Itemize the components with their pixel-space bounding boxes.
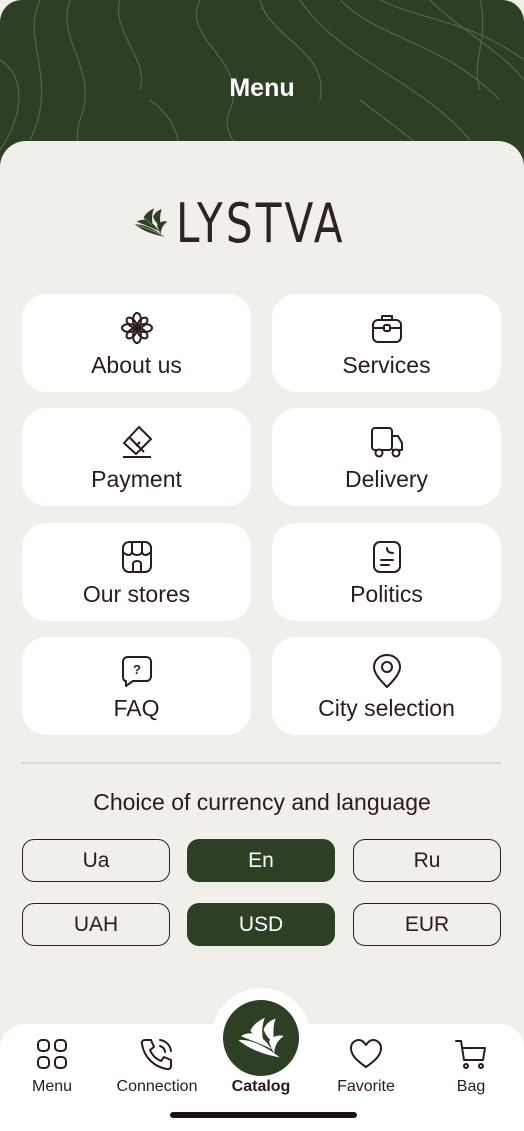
home-indicator (170, 1112, 357, 1118)
currency-language-title: Choice of currency and language (93, 789, 431, 815)
currency-usd-button[interactable]: USD (187, 903, 335, 946)
language-en-button[interactable]: En (187, 839, 335, 882)
leaf-logo-icon (134, 208, 168, 237)
tile-label: About us (91, 352, 182, 378)
menu-panel (0, 141, 524, 1131)
tab-label: Connection (116, 1078, 198, 1095)
flower-icon (120, 312, 153, 344)
politics-button[interactable]: Politics (272, 523, 501, 621)
tile-label: Services (342, 352, 431, 378)
grid-icon (37, 1039, 67, 1069)
tile-label: Our stores (82, 581, 191, 607)
tile-label: Politics (350, 581, 423, 607)
card-icon (122, 426, 152, 458)
phone-call-icon (140, 1039, 172, 1071)
cart-icon (455, 1040, 486, 1069)
question-bubble-icon: ? (121, 656, 152, 687)
delivery-button[interactable]: Delivery (272, 408, 501, 506)
tile-label: Delivery (344, 466, 429, 492)
our-stores-button[interactable]: Our stores (22, 523, 251, 621)
heart-icon (350, 1039, 382, 1068)
language-ru-button[interactable]: Ru (353, 839, 501, 882)
store-icon (121, 541, 152, 573)
tile-label: FAQ (113, 695, 160, 721)
faq-button[interactable]: ? FAQ (22, 637, 251, 735)
services-button[interactable]: Services (272, 294, 501, 392)
currency-eur-button[interactable]: EUR (353, 903, 501, 946)
about-us-button[interactable]: About us (22, 294, 251, 392)
tab-bag[interactable]: Bag (421, 1036, 521, 1096)
tab-menu[interactable]: Menu (2, 1036, 102, 1096)
language-ua-button[interactable]: Ua (22, 839, 170, 882)
svg-text:?: ? (133, 662, 141, 677)
truck-icon (370, 427, 403, 458)
tab-label: Favorite (337, 1078, 395, 1095)
page-title: Menu (229, 74, 295, 102)
tile-label: Payment (91, 466, 182, 492)
briefcase-icon (371, 315, 402, 343)
tab-label: Menu (31, 1078, 73, 1095)
brand-logo: LYSTVA (134, 190, 394, 256)
catalog-button[interactable] (223, 1000, 299, 1076)
tile-label: City selection (318, 695, 455, 721)
tab-favorite[interactable]: Favorite (316, 1036, 416, 1096)
location-pin-icon (372, 654, 401, 688)
leaf-logo-icon (238, 1017, 284, 1058)
city-selection-button[interactable]: City selection (272, 637, 501, 735)
tab-label: Bag (456, 1078, 486, 1095)
divider (22, 762, 501, 764)
payment-button[interactable]: Payment (22, 408, 251, 506)
tab-catalog-label: Catalog (231, 1078, 291, 1095)
brand-wordmark: LYSTVA (176, 191, 347, 255)
tab-connection[interactable]: Connection (107, 1036, 207, 1096)
document-icon (372, 541, 401, 573)
currency-uah-button[interactable]: UAH (22, 903, 170, 946)
